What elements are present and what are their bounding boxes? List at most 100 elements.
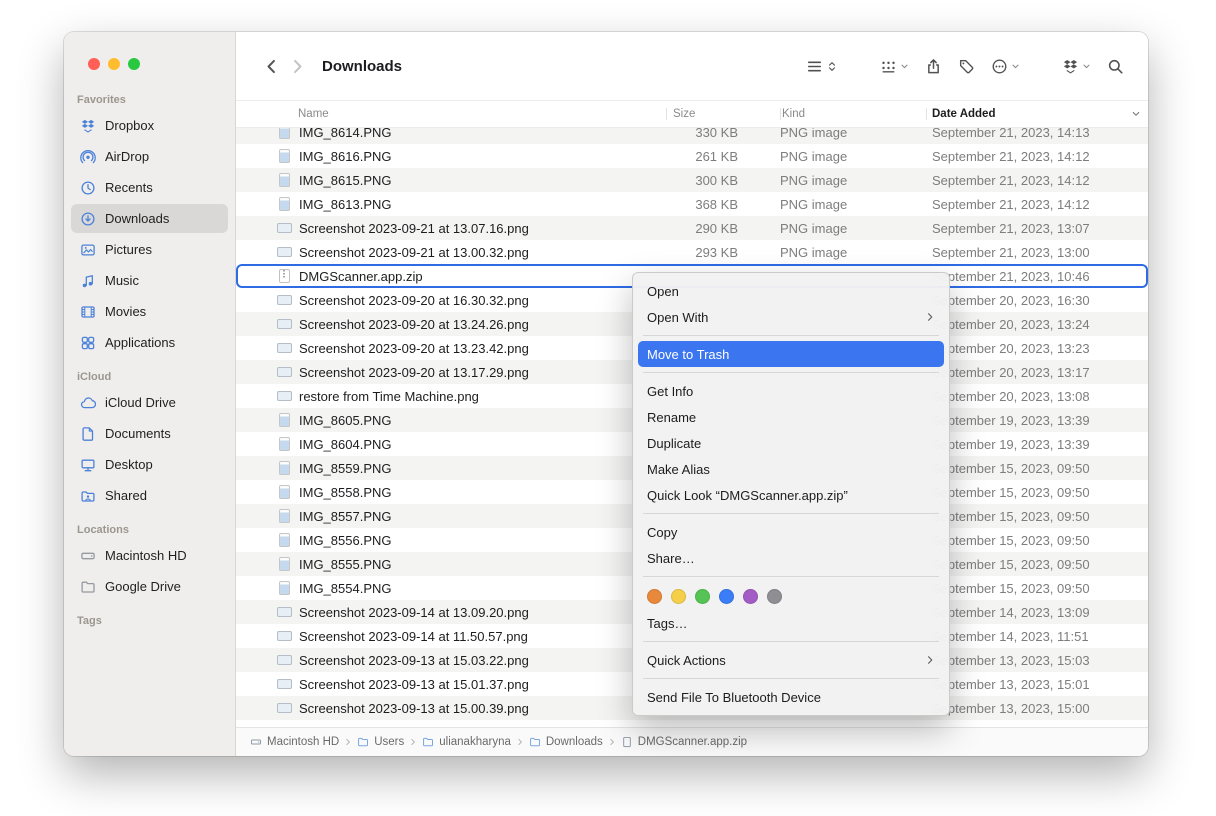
menu-item-send-file-to-bluetooth-device[interactable]: Send File To Bluetooth Device (638, 684, 944, 710)
tag-color-dot[interactable] (695, 589, 710, 604)
tag-color-dot[interactable] (647, 589, 662, 604)
menu-separator (643, 513, 939, 514)
file-name: IMG_8555.PNG (299, 557, 392, 572)
back-button[interactable] (258, 53, 284, 79)
zoom-button[interactable] (128, 58, 140, 70)
path-bar-item-dmgscanner-app-zip[interactable]: DMGScanner.app.zip (621, 736, 747, 748)
close-button[interactable] (88, 58, 100, 70)
menu-item-label: Move to Trash (647, 347, 729, 362)
tag-icon (958, 58, 975, 75)
tag-color-dot[interactable] (767, 589, 782, 604)
window-controls (64, 32, 235, 76)
sidebar-item-label: Recents (105, 180, 153, 195)
view-options-button[interactable] (798, 53, 846, 79)
menu-item-move-to-trash[interactable]: Move to Trash (638, 341, 944, 367)
sidebar-item-documents[interactable]: Documents (71, 419, 228, 448)
file-kind: PNG image (780, 173, 926, 188)
menu-item-rename[interactable]: Rename (638, 404, 944, 430)
menu-item-make-alias[interactable]: Make Alias (638, 456, 944, 482)
sidebar-item-dropbox[interactable]: Dropbox (71, 111, 228, 140)
sidebar: Favorites Dropbox AirDrop Recents Downlo… (64, 32, 236, 756)
file-date: September 15, 2023, 09:50 (926, 485, 1148, 500)
file-kind: PNG image (780, 197, 926, 212)
sidebar-item-label: Desktop (105, 457, 153, 472)
file-name-cell: IMG_8614.PNG (236, 128, 666, 140)
path-bar-item-ulianakharyna[interactable]: ulianakharyna (422, 736, 511, 748)
column-header-size[interactable]: Size (666, 108, 780, 120)
file-date: September 20, 2023, 13:23 (926, 341, 1148, 356)
file-row[interactable]: Screenshot 2023-09-21 at 13.00.32.png 29… (236, 240, 1148, 264)
menu-item-duplicate[interactable]: Duplicate (638, 430, 944, 456)
sidebar-item-pictures[interactable]: Pictures (71, 235, 228, 264)
file-name-cell: IMG_8613.PNG (236, 197, 666, 212)
file-date: September 15, 2023, 09:50 (926, 461, 1148, 476)
sidebar-section-label: Tags (71, 603, 228, 630)
sidebar-item-recents[interactable]: Recents (71, 173, 228, 202)
menu-item-quick-look-dmgscanner-app-zip[interactable]: Quick Look “DMGScanner.app.zip” (638, 482, 944, 508)
column-header-kind[interactable]: Kind (780, 108, 926, 120)
menu-item-get-info[interactable]: Get Info (638, 378, 944, 404)
dropbox-toolbar-button[interactable] (1054, 53, 1099, 79)
file-name-cell: Screenshot 2023-09-14 at 13.09.20.png (236, 605, 666, 620)
file-row[interactable]: IMG_8615.PNG 300 KB PNG image September … (236, 168, 1148, 192)
file-row[interactable]: IMG_8616.PNG 261 KB PNG image September … (236, 144, 1148, 168)
sidebar-item-google-drive[interactable]: Google Drive (71, 572, 228, 601)
movies-icon (78, 304, 97, 320)
forward-button[interactable] (284, 53, 310, 79)
column-header-name[interactable]: Name (236, 108, 666, 120)
path-bar-item-users[interactable]: Users (357, 736, 404, 748)
file-icon (276, 679, 292, 689)
sidebar-item-airdrop[interactable]: AirDrop (71, 142, 228, 171)
file-name: IMG_8613.PNG (299, 197, 392, 212)
file-icon (276, 655, 292, 665)
file-name: Screenshot 2023-09-14 at 11.50.57.png (299, 629, 528, 644)
file-row[interactable]: IMG_8613.PNG 368 KB PNG image September … (236, 192, 1148, 216)
sidebar-item-music[interactable]: Music (71, 266, 228, 295)
column-header-date-added[interactable]: Date Added (926, 108, 1148, 120)
menu-item-tags[interactable]: Tags… (638, 610, 944, 636)
share-button[interactable] (917, 53, 950, 79)
tag-color-dot[interactable] (671, 589, 686, 604)
file-icon (276, 295, 292, 305)
sidebar-item-label: Dropbox (105, 118, 154, 133)
path-bar-item-macintosh-hd[interactable]: Macintosh HD (250, 736, 339, 748)
sidebar-item-movies[interactable]: Movies (71, 297, 228, 326)
file-name: Screenshot 2023-09-20 at 13.24.26.png (299, 317, 529, 332)
sidebar-item-icloud-drive[interactable]: iCloud Drive (71, 388, 228, 417)
menu-item-share[interactable]: Share… (638, 545, 944, 571)
tag-color-dot[interactable] (743, 589, 758, 604)
path-bar-item-downloads[interactable]: Downloads (529, 736, 603, 748)
tag-color-dot[interactable] (719, 589, 734, 604)
dropbox-icon (78, 118, 97, 134)
file-kind: PNG image (780, 128, 926, 140)
file-row[interactable]: Screenshot 2023-09-21 at 13.07.16.png 29… (236, 216, 1148, 240)
file-row[interactable]: IMG_8614.PNG 330 KB PNG image September … (236, 128, 1148, 144)
sidebar-section-items: Dropbox AirDrop Recents Downloads Pictur… (71, 111, 228, 357)
menu-item-quick-actions[interactable]: Quick Actions (638, 647, 944, 673)
menu-item-open[interactable]: Open (638, 278, 944, 304)
file-name: IMG_8558.PNG (299, 485, 392, 500)
file-size: 290 KB (666, 221, 780, 236)
sidebar-item-macintosh-hd[interactable]: Macintosh HD (71, 541, 228, 570)
sidebar-item-desktop[interactable]: Desktop (71, 450, 228, 479)
minimize-button[interactable] (108, 58, 120, 70)
hdd-icon (78, 548, 97, 564)
sidebar-item-downloads[interactable]: Downloads (71, 204, 228, 233)
search-button[interactable] (1099, 53, 1132, 79)
file-name: IMG_8605.PNG (299, 413, 392, 428)
group-button[interactable] (872, 53, 917, 79)
download-icon (78, 211, 97, 227)
chevron-up-down-icon (826, 59, 838, 74)
sidebar-item-label: Applications (105, 335, 175, 350)
sidebar-item-shared[interactable]: Shared (71, 481, 228, 510)
menu-item-copy[interactable]: Copy (638, 519, 944, 545)
sidebar-item-applications[interactable]: Applications (71, 328, 228, 357)
sidebar-section-items: Macintosh HD Google Drive (71, 541, 228, 601)
file-kind: PNG image (780, 149, 926, 164)
sidebar-section-label: iCloud (71, 359, 228, 386)
tag-button[interactable] (950, 53, 983, 79)
menu-item-open-with[interactable]: Open With (638, 304, 944, 330)
file-name: Screenshot 2023-09-13 at 15.03.22.png (299, 653, 529, 668)
more-actions-button[interactable] (983, 53, 1028, 79)
file-icon (276, 128, 292, 139)
